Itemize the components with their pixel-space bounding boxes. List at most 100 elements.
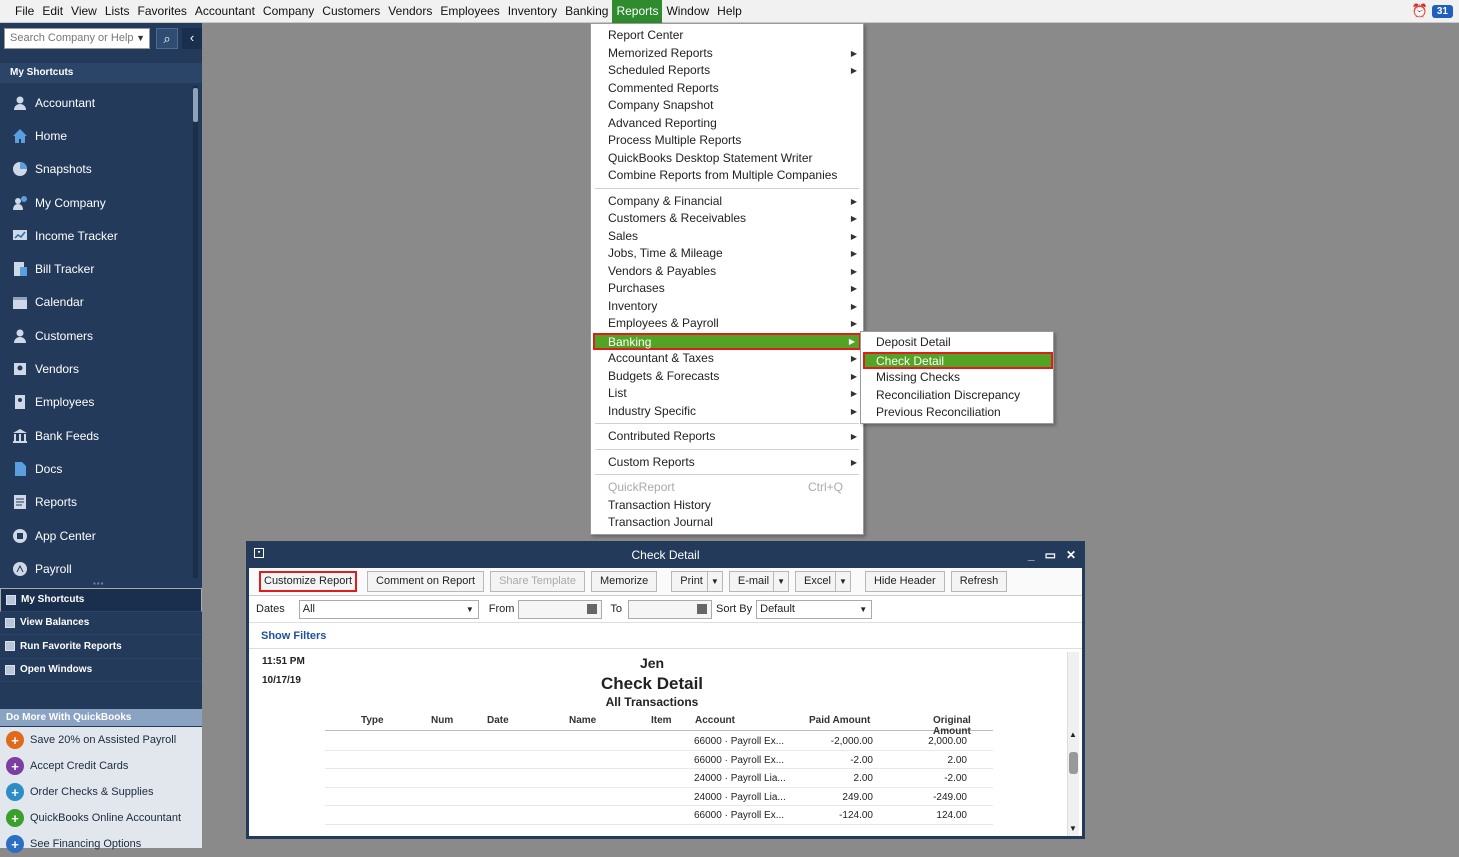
calendar-icon[interactable] [697,603,708,614]
alarm-clock-icon[interactable]: ⏰ [1412,3,1428,19]
menu-file[interactable]: File [11,0,38,23]
reports-menu-company-financial[interactable]: Company & Financial ▶ [593,193,861,211]
chevron-down-icon[interactable]: ▼ [136,29,145,48]
table-row[interactable]: 66000 · Payroll Ex... -2,000.00 2,000.00 [325,732,993,751]
menu-company[interactable]: Company [259,0,318,23]
shortcut-accountant[interactable]: Accountant [0,86,190,119]
search-input[interactable]: Search Company or Help ▼ [4,28,150,49]
shortcut-bank-feeds[interactable]: Bank Feeds [0,419,190,452]
from-date-input[interactable] [518,599,603,619]
menu-help[interactable]: Help [713,0,746,23]
menu-inventory[interactable]: Inventory [504,0,561,23]
window-menu-icon[interactable]: ▪ [254,548,264,558]
reports-menu-purchases[interactable]: Purchases ▶ [593,280,861,298]
column-header[interactable]: Type [361,715,384,726]
menu-vendors[interactable]: Vendors [384,0,436,23]
table-row[interactable]: 66000 · Payroll Ex... -2.00 2.00 [325,751,993,769]
reports-menu-memorized-reports[interactable]: Memorized Reports ▶ [593,45,861,63]
do-more-item[interactable]: + See Financing Options [0,831,202,857]
scroll-down-icon[interactable]: ▼ [1069,824,1077,833]
shortcut-docs[interactable]: Docs [0,452,190,485]
reports-menu-sales[interactable]: Sales ▶ [593,228,861,246]
reports-menu-industry-specific[interactable]: Industry Specific ▶ [593,403,861,421]
column-header[interactable]: Paid Amount [809,715,870,726]
print-dropdown-icon[interactable]: ▼ [706,571,723,592]
reports-menu-commented-reports[interactable]: Commented Reports [593,80,861,98]
email-dropdown-icon[interactable]: ▼ [773,571,790,592]
table-row[interactable]: 24000 · Payroll Lia... 249.00 -249.00 [325,788,993,806]
banking-check-detail[interactable]: Check Detail [863,351,1053,370]
reminders-area[interactable]: ⏰ 31 [1412,3,1453,19]
reports-menu-quickreport[interactable]: QuickReport Ctrl+Q [593,479,861,497]
reports-menu-quickbooks-desktop-statement-writer[interactable]: QuickBooks Desktop Statement Writer [593,150,861,168]
menu-customers[interactable]: Customers [318,0,384,23]
reports-menu-accountant-taxes[interactable]: Accountant & Taxes ▶ [593,350,861,368]
shortcut-income-tracker[interactable]: Income Tracker [0,219,190,252]
show-filters-link[interactable]: Show Filters [249,623,1082,649]
minimize-icon[interactable]: _ [1028,544,1035,566]
do-more-item[interactable]: + QuickBooks Online Accountant [0,805,202,831]
do-more-item[interactable]: + Order Checks & Supplies [0,779,202,805]
maximize-icon[interactable]: ▭ [1045,544,1056,566]
reports-menu-customers-receivables[interactable]: Customers & Receivables ▶ [593,210,861,228]
do-more-item[interactable]: + Save 20% on Assisted Payroll [0,727,202,753]
hide-header-button[interactable]: Hide Header [864,571,945,592]
comment-report-button[interactable]: Comment on Report [367,571,485,592]
scroll-up-icon[interactable]: ▲ [1069,730,1077,739]
shortcut-calendar[interactable]: Calendar [0,286,190,319]
banking-deposit-detail[interactable]: Deposit Detail [863,334,1053,352]
reports-menu-custom-reports[interactable]: Custom Reports ▶ [593,454,861,472]
shortcut-bill-tracker[interactable]: Bill Tracker [0,252,190,285]
reports-menu-scheduled-reports[interactable]: Scheduled Reports ▶ [593,62,861,80]
nav-open-windows[interactable]: Open Windows [0,659,202,682]
window-titlebar[interactable]: ▪ Check Detail _ ▭ ✕ [249,544,1082,568]
nav-view-balances[interactable]: View Balances [0,612,202,635]
column-header[interactable]: Num [431,715,453,726]
menu-edit[interactable]: Edit [38,0,67,23]
dates-select[interactable]: All ▼ [298,599,479,619]
excel-button[interactable]: Excel [795,571,836,592]
table-row[interactable]: 24000 · Payroll Lia... 2.00 -2.00 [325,769,993,788]
shortcut-reports[interactable]: Reports [0,486,190,519]
close-icon[interactable]: ✕ [1066,544,1076,566]
banking-previous-reconciliation[interactable]: Previous Reconciliation [863,404,1053,422]
sidebar-scrollbar[interactable] [193,86,198,578]
calendar-icon[interactable] [587,603,598,614]
memorize-button[interactable]: Memorize [590,571,658,592]
refresh-button[interactable]: Refresh [950,571,1008,592]
column-header[interactable]: Item [651,715,672,726]
menu-banking[interactable]: Banking [561,0,612,23]
menu-favorites[interactable]: Favorites [134,0,191,23]
print-button[interactable]: Print [671,571,708,592]
search-button[interactable]: ⌕ [156,28,178,49]
menu-view[interactable]: View [67,0,101,23]
reports-menu-transaction-journal[interactable]: Transaction Journal [593,514,861,532]
customize-report-button[interactable]: Customize Report [259,571,358,592]
shortcut-employees[interactable]: Employees [0,386,190,419]
shortcut-home[interactable]: Home [0,119,190,152]
reports-menu-company-snapshot[interactable]: Company Snapshot [593,97,861,115]
nav-my-shortcuts[interactable]: My Shortcuts [0,588,202,612]
shortcut-snapshots[interactable]: Snapshots [0,153,190,186]
menu-employees[interactable]: Employees [436,0,503,23]
reports-menu-banking[interactable]: Banking ▶ [593,332,861,350]
reports-menu-budgets-forecasts[interactable]: Budgets & Forecasts ▶ [593,368,861,386]
nav-run-favorite-reports[interactable]: Run Favorite Reports [0,635,202,659]
share-template-button[interactable]: Share Template [490,571,585,592]
column-header[interactable]: Name [569,715,596,726]
shortcut-app-center[interactable]: App Center [0,519,190,552]
shortcut-my-company[interactable]: My Company [0,186,190,219]
table-row[interactable]: 66000 · Payroll Ex... -124.00 124.00 [325,806,993,825]
banking-reconciliation-discrepancy[interactable]: Reconciliation Discrepancy [863,387,1053,405]
to-date-input[interactable] [628,599,713,619]
reports-menu-combine-reports-from-multiple-companies[interactable]: Combine Reports from Multiple Companies [593,167,861,185]
resize-grip[interactable]: ▪▪▪ [93,579,105,588]
reports-menu-inventory[interactable]: Inventory ▶ [593,298,861,316]
column-header[interactable]: Date [487,715,509,726]
scrollbar-thumb[interactable] [1069,752,1078,774]
report-scrollbar[interactable]: ▲ ▼ [1067,652,1079,836]
reports-menu-report-center[interactable]: Report Center [593,27,861,45]
shortcut-customers[interactable]: Customers [0,319,190,352]
menu-accountant[interactable]: Accountant [191,0,259,23]
menu-window[interactable]: Window [662,0,713,23]
